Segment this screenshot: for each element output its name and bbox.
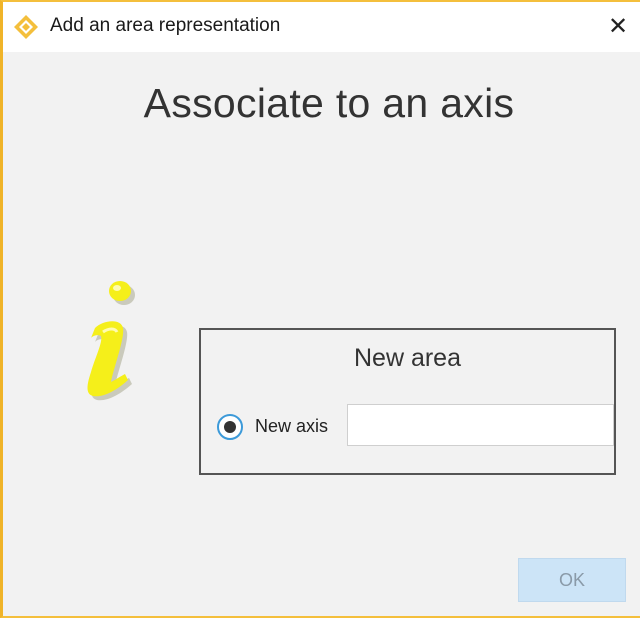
window-title: Add an area representation: [50, 15, 281, 36]
dialog-window: Add an area representation ✕ Associate t…: [0, 0, 640, 618]
dialog-heading: Associate to an axis: [143, 80, 515, 126]
close-button[interactable]: ✕: [600, 10, 636, 44]
new-area-group: New area New axis: [199, 328, 616, 475]
diamond-logo-icon: [13, 14, 39, 40]
close-icon: ✕: [607, 13, 629, 40]
new-axis-label[interactable]: New axis: [255, 416, 328, 437]
info-icon: [73, 270, 153, 410]
group-title: New area: [354, 344, 461, 372]
new-axis-radio[interactable]: [216, 413, 244, 441]
title-bar[interactable]: Add an area representation ✕: [3, 2, 640, 52]
ok-button[interactable]: OK: [518, 558, 626, 602]
axis-name-input[interactable]: [347, 404, 614, 446]
